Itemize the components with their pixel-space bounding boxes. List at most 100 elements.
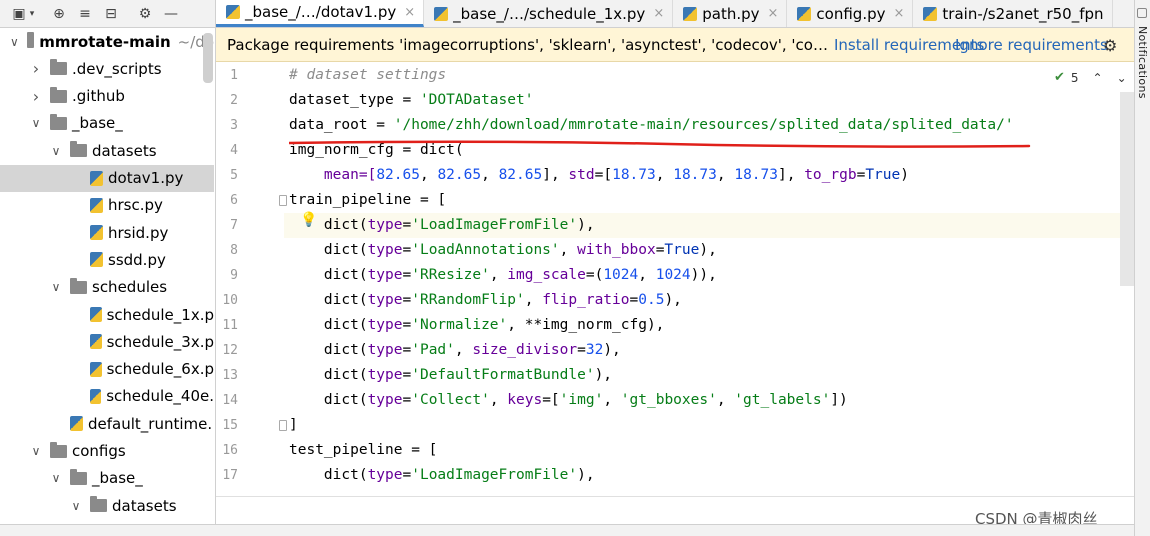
tree-file[interactable]: dotav1.py <box>0 164 214 192</box>
code-line: dict(type='DefaultFormatBundle'), <box>289 367 612 383</box>
code-token: type <box>367 242 403 258</box>
editor-tab[interactable]: train-/s2anet_r50_fpn <box>913 0 1113 27</box>
tab-label: _base_/…/schedule_1x.py <box>453 4 646 23</box>
ignore-requirements-link[interactable]: Ignore requirements <box>955 36 1108 54</box>
python-file-icon <box>90 361 102 377</box>
fold-marker-icon[interactable] <box>279 420 287 431</box>
close-icon[interactable]: × <box>653 6 664 21</box>
code-token: , <box>524 292 543 308</box>
code-line: test_pipeline = [ <box>289 442 437 458</box>
editor-tab[interactable]: path.py × <box>673 0 788 27</box>
tree-file[interactable]: ssdd.py <box>0 246 214 273</box>
code-line: dict(type='RRandomFlip', flip_ratio=0.5)… <box>289 292 682 308</box>
folder-icon <box>70 277 87 294</box>
code-token: dict( <box>289 267 368 283</box>
project-toolbar: ▣ ▾ ⊕ ≡ ⊟ ⚙ — <box>0 0 216 27</box>
code-token: 'LoadImageFromFile' <box>411 467 578 483</box>
tree-file[interactable]: hrsc.py <box>0 192 214 219</box>
code-token: dict( <box>289 242 368 258</box>
code-token: 'gt_labels' <box>734 392 831 408</box>
chevron-right-icon[interactable]: › <box>30 87 42 106</box>
code-token: dict( <box>289 392 368 408</box>
code-token: ) <box>900 167 909 183</box>
tree-folder[interactable]: ∨ configs <box>0 438 214 465</box>
chevron-right-icon[interactable]: › <box>30 59 42 78</box>
tree-label: schedule_3x.p <box>106 332 214 351</box>
python-file-icon <box>923 6 938 21</box>
code-token: = <box>577 342 586 358</box>
tree-folder[interactable]: ∨ mmrotate-main ~/do <box>0 28 214 55</box>
python-file-icon <box>797 6 812 21</box>
banner-gear-icon[interactable]: ⚙ <box>1103 36 1117 55</box>
tree-file[interactable]: schedule_3x.p <box>0 328 214 355</box>
target-icon[interactable]: ⊕ <box>46 0 72 27</box>
code-token: type <box>367 467 403 483</box>
code-token: 'gt_bboxes' <box>620 392 717 408</box>
fold-marker-icon[interactable] <box>279 195 287 206</box>
tree-file[interactable]: default_runtime. <box>0 410 214 437</box>
line-number: 13 <box>222 368 238 383</box>
code-token: = <box>402 467 412 483</box>
tree-folder[interactable]: ∨ schedules <box>0 274 214 301</box>
editor-tab[interactable]: _base_/…/dotav1.py × <box>216 0 425 27</box>
tree-folder[interactable]: › .dev_scripts <box>0 55 214 82</box>
tree-folder[interactable]: ∨ _base_ <box>0 110 214 137</box>
notifications-tool-button[interactable]: Notifications <box>1136 26 1149 99</box>
tree-label: hrsc.py <box>108 196 163 215</box>
dropdown-chevron-icon[interactable]: ▾ <box>26 0 38 27</box>
tree-label: schedule_6x.p <box>106 360 214 379</box>
tree-folder[interactable]: › .github <box>0 83 214 110</box>
expand-all-icon[interactable]: ⊟ <box>98 0 124 27</box>
code-token: type <box>367 317 403 333</box>
line-number: 2 <box>230 93 238 108</box>
tree-folder[interactable]: ∨ _base_ <box>0 465 214 492</box>
code-token: img_scale <box>507 267 586 283</box>
line-number: 3 <box>230 118 238 133</box>
tree-folder[interactable]: ∨ datasets <box>0 137 214 164</box>
code-token: 'RResize' <box>411 267 490 283</box>
chevron-down-icon[interactable]: ∨ <box>50 144 62 158</box>
inspection-widget[interactable]: ✔ 5 ⌃ ⌄ <box>1054 70 1127 85</box>
gear-icon[interactable]: ⚙ <box>132 0 158 27</box>
python-file-icon <box>434 6 449 21</box>
tree-file[interactable]: schedule_40e. <box>0 383 214 410</box>
code-token: True <box>865 167 901 183</box>
collapse-all-icon[interactable]: ≡ <box>72 0 98 27</box>
python-file-icon <box>90 307 102 322</box>
close-icon[interactable]: × <box>404 5 415 20</box>
notifications-icon[interactable] <box>1137 8 1147 18</box>
close-icon[interactable]: × <box>894 6 905 21</box>
editor-tab[interactable]: _base_/…/schedule_1x.py × <box>424 0 674 27</box>
chevron-up-icon[interactable]: ⌃ <box>1093 71 1103 85</box>
editor-scrollbar[interactable] <box>1120 92 1134 286</box>
tree-file[interactable]: hrsid.py <box>0 219 214 246</box>
close-icon[interactable]: × <box>768 6 779 21</box>
line-number: 11 <box>222 318 238 333</box>
chevron-down-icon[interactable]: ⌄ <box>1117 71 1127 85</box>
python-file-icon <box>70 416 83 432</box>
tree-file[interactable]: schedule_1x.p <box>0 301 214 328</box>
tree-scrollbar[interactable] <box>203 33 213 83</box>
tree-file[interactable]: schedule_6x.p <box>0 356 214 383</box>
tree-folder[interactable]: ∨ datasets <box>0 492 214 519</box>
editor-tab[interactable]: config.py × <box>787 0 914 27</box>
requirements-banner: Package requirements 'imagecorruptions',… <box>216 28 1134 62</box>
python-file-icon <box>90 225 103 241</box>
chevron-down-icon[interactable]: ∨ <box>30 116 42 130</box>
code-token: 18.73 <box>734 167 778 183</box>
code-token: = <box>629 292 639 308</box>
code-token: with_bbox <box>577 242 656 258</box>
tree-label: configs <box>72 442 126 460</box>
chevron-down-icon[interactable]: ∨ <box>30 444 42 458</box>
chevron-down-icon[interactable]: ∨ <box>70 499 82 513</box>
code-token: =[ <box>542 392 560 408</box>
tree-label: datasets <box>112 496 177 515</box>
intention-bulb-icon[interactable]: 💡 <box>300 212 317 228</box>
minimize-icon[interactable]: — <box>158 0 184 27</box>
code-editor[interactable]: 1 # dataset settings 2 dataset_type = 'DOTA… <box>216 62 1134 496</box>
code-token: std <box>568 167 595 183</box>
code-token: , <box>655 167 674 183</box>
chevron-down-icon[interactable]: ∨ <box>50 280 62 294</box>
chevron-down-icon[interactable]: ∨ <box>50 471 62 485</box>
chevron-down-icon[interactable]: ∨ <box>10 35 19 49</box>
